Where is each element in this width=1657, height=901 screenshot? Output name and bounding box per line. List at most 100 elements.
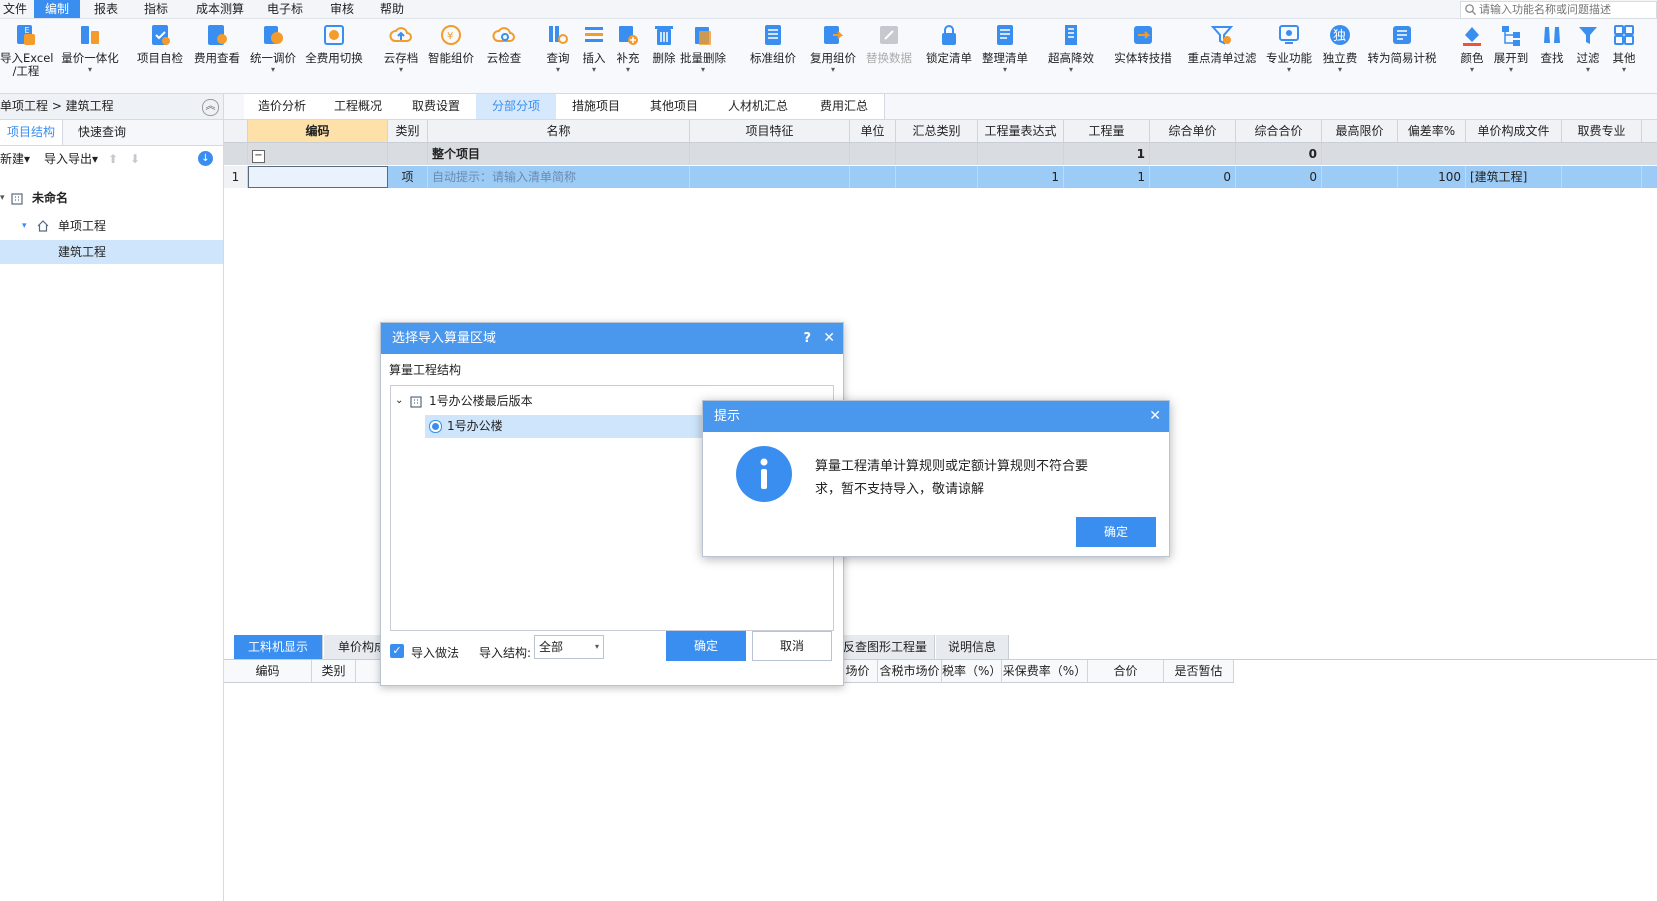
filter-button[interactable]: 过滤 ▾ (1572, 23, 1604, 89)
summary-category-cell[interactable] (896, 166, 978, 188)
find-button[interactable]: 查找 (1536, 23, 1568, 89)
table-row[interactable]: 1 项 自动提示：请输入清单简称 1 1 0 0 100 [建筑工程] (224, 166, 1657, 188)
collapse-arrow-icon[interactable]: ▾ (22, 214, 27, 238)
header-unit[interactable]: 单位 (850, 120, 896, 142)
menu-audit[interactable]: 审核 (322, 0, 362, 18)
adjust-price-button[interactable]: 统一调价 ▾ (246, 23, 300, 89)
header-remark[interactable]: 备注 (1642, 120, 1657, 142)
header-quantity-expression[interactable]: 工程量表达式 (978, 120, 1064, 142)
menu-help[interactable]: 帮助 (372, 0, 412, 18)
table-row-group[interactable]: − 整个项目 1 0 (224, 143, 1657, 165)
fee-view-button[interactable]: 费用查看 (190, 23, 244, 89)
import-cancel-button[interactable]: 取消 (752, 631, 832, 661)
bottom-header-code[interactable]: 编码 (224, 660, 312, 682)
tab-labor-material-display[interactable]: 工料机显示 (234, 635, 323, 659)
unit-cell[interactable] (850, 166, 896, 188)
collapse-up-icon[interactable]: ︽ (202, 99, 219, 116)
import-method-checkbox[interactable]: ✓ (390, 644, 404, 658)
search-box[interactable] (1460, 1, 1657, 19)
tab-measures[interactable]: 措施项目 (556, 94, 637, 119)
import-structure-select[interactable]: 全部 ▾ (534, 635, 604, 659)
replace-data-button[interactable]: 替换数据 (862, 23, 916, 89)
lock-list-button[interactable]: 锁定清单 (924, 23, 974, 89)
tree-item-building-project[interactable]: 建筑工程 (0, 240, 223, 264)
header-features[interactable]: 项目特征 (690, 120, 850, 142)
menu-cost-estimate[interactable]: 成本测算 (188, 0, 252, 18)
smart-price-button[interactable]: ¥ 智能组价 (424, 23, 478, 89)
menu-file[interactable]: 文件▾ (0, 0, 30, 34)
tab-other-items[interactable]: 其他项目 (636, 94, 713, 119)
tab-fee-settings[interactable]: 取费设置 (396, 94, 477, 119)
bottom-header-procurement-rate[interactable]: 采保费率（%） (1002, 660, 1088, 682)
collapse-toggle-icon[interactable]: − (252, 150, 265, 163)
radio-button[interactable] (429, 420, 442, 433)
close-icon[interactable]: ✕ (1149, 401, 1161, 432)
expression-cell[interactable]: 1 (978, 166, 1064, 188)
organize-list-button[interactable]: 整理清单 ▾ (978, 23, 1032, 89)
menu-index[interactable]: 指标 (136, 0, 176, 18)
max-price-cell[interactable] (1322, 166, 1398, 188)
group-toggle-cell[interactable]: − (248, 143, 388, 165)
independent-fee-button[interactable]: 独 独立费 ▾ (1318, 23, 1362, 89)
expand-to-button[interactable]: 展开到 ▾ (1490, 23, 1532, 89)
remark-cell[interactable] (1642, 166, 1657, 188)
supplement-button[interactable]: 补充 ▾ (612, 23, 644, 89)
height-reduction-button[interactable]: 超高降效 ▾ (1044, 23, 1098, 89)
tree-item-single-project[interactable]: ▾ 单项工程 (0, 214, 223, 238)
bottom-header-tax-market-price[interactable]: 含税市场价 (878, 660, 942, 682)
menu-report[interactable]: 报表 (86, 0, 126, 18)
move-up-icon[interactable]: ⬆ (108, 146, 118, 172)
code-input-cell[interactable] (248, 166, 388, 188)
header-code[interactable]: 编码 (248, 120, 388, 142)
tree-item-root[interactable]: ▾ 未命名 (0, 186, 223, 210)
bottom-header-amount[interactable]: 合价 (1088, 660, 1164, 682)
header-total[interactable]: 综合合价 (1236, 120, 1322, 142)
other-button[interactable]: 其他 ▾ (1608, 23, 1640, 89)
quantity-price-button[interactable]: 量价一体化 ▾ (58, 23, 122, 89)
tab-quick-query[interactable]: 快速查询 (64, 120, 140, 145)
tab-description[interactable]: 说明信息 (936, 635, 1009, 659)
header-max-price[interactable]: 最高限价 (1322, 120, 1398, 142)
search-input[interactable] (1479, 2, 1649, 17)
professional-button[interactable]: 专业功能 ▾ (1262, 23, 1316, 89)
insert-button[interactable]: 插入 ▾ (578, 23, 610, 89)
name-hint-cell[interactable]: 自动提示：请输入清单简称 (428, 166, 690, 188)
bottom-header-category[interactable]: 类别 (312, 660, 356, 682)
header-summary-category[interactable]: 汇总类别 (896, 120, 978, 142)
key-list-filter-button[interactable]: 重点清单过滤 (1184, 23, 1260, 89)
menu-e-bid[interactable]: 电子标 (260, 0, 310, 18)
fee-specialty-cell[interactable] (1562, 166, 1642, 188)
header-category[interactable]: 类别 (388, 120, 428, 142)
reuse-price-button[interactable]: 复用组价 ▾ (806, 23, 860, 89)
project-check-button[interactable]: 项目自检 (134, 23, 186, 89)
import-ok-button[interactable]: 确定 (666, 631, 746, 661)
cloud-check-button[interactable]: 云检查 (482, 23, 526, 89)
header-deviation[interactable]: 偏差率% (1398, 120, 1466, 142)
bottom-header-tax-rate[interactable]: 税率（%） (942, 660, 1002, 682)
tab-subitems[interactable]: 分部分项 (476, 94, 557, 119)
tab-project-overview[interactable]: 工程概况 (320, 94, 397, 119)
tab-project-structure[interactable]: 项目结构 (0, 120, 63, 145)
move-down-icon[interactable]: ⬇ (130, 146, 140, 172)
menu-edit[interactable]: 编制 (34, 0, 80, 18)
hint-ok-button[interactable]: 确定 (1076, 517, 1156, 547)
standard-price-button[interactable]: 标准组价 (746, 23, 800, 89)
close-icon[interactable]: ✕ (823, 323, 835, 354)
bottom-header-market-price[interactable]: 场价 (838, 660, 878, 682)
simple-tax-button[interactable]: 转为简易计税 (1364, 23, 1440, 89)
header-name[interactable]: 名称 (428, 120, 690, 142)
quantity-cell[interactable]: 1 (1064, 166, 1150, 188)
features-cell[interactable] (690, 166, 850, 188)
composition-file-cell[interactable]: [建筑工程] (1466, 166, 1562, 188)
total-cell[interactable]: 0 (1236, 166, 1322, 188)
tab-labor-material-summary[interactable]: 人材机汇总 (712, 94, 805, 119)
cloud-save-button[interactable]: 云存档 ▾ (380, 23, 422, 89)
tab-reverse-graphic-quantity[interactable]: 反查图形工程量 (836, 635, 935, 659)
new-button[interactable]: 新建▾ (0, 146, 30, 172)
import-export-button[interactable]: 导入导出▾ (44, 146, 98, 172)
header-unit-price[interactable]: 综合单价 (1150, 120, 1236, 142)
deviation-cell[interactable]: 100 (1398, 166, 1466, 188)
import-excel-button[interactable]: E 导入Excel /工程 (0, 23, 53, 89)
collapse-arrow-icon[interactable]: ▾ (0, 186, 5, 210)
header-fee-specialty[interactable]: 取费专业 (1562, 120, 1642, 142)
